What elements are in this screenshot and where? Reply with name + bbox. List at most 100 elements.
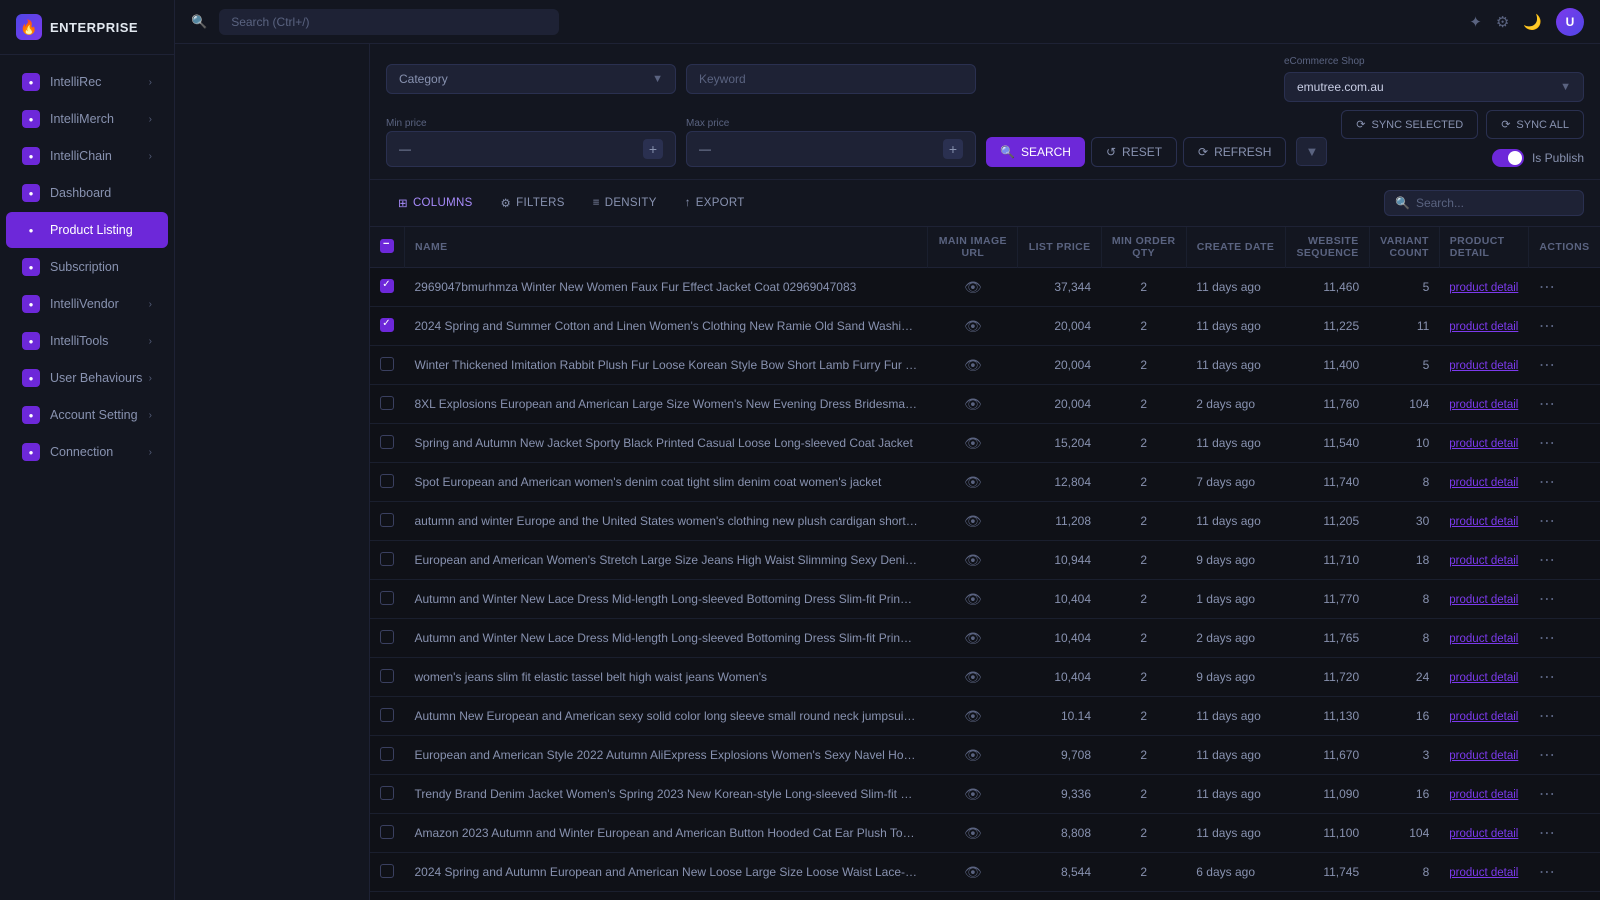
more-menu-12[interactable]: ⋯: [1539, 747, 1555, 764]
row-actions-15[interactable]: ⋯: [1529, 853, 1600, 892]
row-detail-9[interactable]: product detail: [1439, 619, 1529, 658]
reset-button[interactable]: ↺ RESET: [1091, 137, 1177, 167]
row-detail-11[interactable]: product detail: [1439, 697, 1529, 736]
row-actions-13[interactable]: ⋯: [1529, 775, 1600, 814]
row-checkbox-cell-8[interactable]: [370, 580, 405, 619]
sidebar-item-account-setting[interactable]: ● Account Setting ›: [6, 397, 168, 433]
row-checkbox-12[interactable]: [380, 747, 394, 761]
sidebar-item-user-behaviours[interactable]: ● User Behaviours ›: [6, 360, 168, 396]
min-price-input[interactable]: — +: [386, 131, 676, 167]
eye-icon-5[interactable]: 👁: [964, 474, 982, 490]
row-image-8[interactable]: 👁: [928, 580, 1018, 619]
row-checkbox-15[interactable]: [380, 864, 394, 878]
moon-icon[interactable]: 🌙: [1523, 13, 1542, 31]
row-checkbox-cell-15[interactable]: [370, 853, 405, 892]
more-menu-5[interactable]: ⋯: [1539, 474, 1555, 491]
eye-icon-4[interactable]: 👁: [964, 435, 982, 451]
row-detail-8[interactable]: product detail: [1439, 580, 1529, 619]
eye-icon-15[interactable]: 👁: [964, 864, 982, 880]
publish-toggle[interactable]: [1492, 149, 1524, 167]
row-checkbox-cell-0[interactable]: [370, 268, 405, 307]
sidebar-item-intellirec[interactable]: ● IntelliRec ›: [6, 64, 168, 100]
product-detail-link-15[interactable]: product detail: [1449, 867, 1518, 879]
row-actions-5[interactable]: ⋯: [1529, 463, 1600, 502]
eye-icon-7[interactable]: 👁: [964, 552, 982, 568]
eye-icon-10[interactable]: 👁: [964, 669, 982, 685]
row-checkbox-cell-12[interactable]: [370, 736, 405, 775]
more-menu-8[interactable]: ⋯: [1539, 591, 1555, 608]
eye-icon-1[interactable]: 👁: [964, 318, 982, 334]
row-detail-16[interactable]: product detail: [1439, 892, 1529, 900]
row-checkbox-cell-6[interactable]: [370, 502, 405, 541]
more-menu-1[interactable]: ⋯: [1539, 318, 1555, 335]
sidebar-item-product-listing[interactable]: ● Product Listing: [6, 212, 168, 248]
eye-icon-3[interactable]: 👁: [964, 396, 982, 412]
row-checkbox-1[interactable]: [380, 318, 394, 332]
row-checkbox-14[interactable]: [380, 825, 394, 839]
product-detail-link-12[interactable]: product detail: [1449, 750, 1518, 762]
row-checkbox-8[interactable]: [380, 591, 394, 605]
row-image-14[interactable]: 👁: [928, 814, 1018, 853]
row-checkbox-cell-2[interactable]: [370, 346, 405, 385]
product-detail-link-9[interactable]: product detail: [1449, 633, 1518, 645]
row-detail-6[interactable]: product detail: [1439, 502, 1529, 541]
row-detail-3[interactable]: product detail: [1439, 385, 1529, 424]
row-image-6[interactable]: 👁: [928, 502, 1018, 541]
sidebar-item-dashboard[interactable]: ● Dashboard: [6, 175, 168, 211]
more-menu-9[interactable]: ⋯: [1539, 630, 1555, 647]
product-detail-link-7[interactable]: product detail: [1449, 555, 1518, 567]
row-checkbox-7[interactable]: [380, 552, 394, 566]
filters-button[interactable]: ⚙ FILTERS: [489, 190, 577, 216]
more-menu-7[interactable]: ⋯: [1539, 552, 1555, 569]
row-image-2[interactable]: 👁: [928, 346, 1018, 385]
row-image-1[interactable]: 👁: [928, 307, 1018, 346]
row-actions-1[interactable]: ⋯: [1529, 307, 1600, 346]
header-checkbox-cell[interactable]: [370, 227, 405, 268]
row-detail-13[interactable]: product detail: [1439, 775, 1529, 814]
row-checkbox-5[interactable]: [380, 474, 394, 488]
row-detail-14[interactable]: product detail: [1439, 814, 1529, 853]
more-menu-3[interactable]: ⋯: [1539, 396, 1555, 413]
row-checkbox-cell-1[interactable]: [370, 307, 405, 346]
row-checkbox-cell-9[interactable]: [370, 619, 405, 658]
sidebar-item-intellimerch[interactable]: ● IntelliMerch ›: [6, 101, 168, 137]
eye-icon-9[interactable]: 👁: [964, 630, 982, 646]
more-menu-13[interactable]: ⋯: [1539, 786, 1555, 803]
refresh-button[interactable]: ⟳ REFRESH: [1183, 137, 1286, 167]
row-checkbox-cell-13[interactable]: [370, 775, 405, 814]
sidebar-item-intellichain[interactable]: ● IntelliChain ›: [6, 138, 168, 174]
row-detail-2[interactable]: product detail: [1439, 346, 1529, 385]
eye-icon-14[interactable]: 👁: [964, 825, 982, 841]
more-menu-11[interactable]: ⋯: [1539, 708, 1555, 725]
row-image-11[interactable]: 👁: [928, 697, 1018, 736]
eye-icon-0[interactable]: 👁: [964, 279, 982, 295]
row-detail-5[interactable]: product detail: [1439, 463, 1529, 502]
more-menu-4[interactable]: ⋯: [1539, 435, 1555, 452]
more-menu-2[interactable]: ⋯: [1539, 357, 1555, 374]
product-detail-link-13[interactable]: product detail: [1449, 789, 1518, 801]
row-image-9[interactable]: 👁: [928, 619, 1018, 658]
global-search[interactable]: Search (Ctrl+/): [219, 9, 559, 35]
row-actions-10[interactable]: ⋯: [1529, 658, 1600, 697]
row-detail-0[interactable]: product detail: [1439, 268, 1529, 307]
row-actions-0[interactable]: ⋯: [1529, 268, 1600, 307]
product-detail-link-4[interactable]: product detail: [1449, 438, 1518, 450]
row-checkbox-cell-7[interactable]: [370, 541, 405, 580]
product-detail-link-14[interactable]: product detail: [1449, 828, 1518, 840]
product-detail-link-2[interactable]: product detail: [1449, 360, 1518, 372]
row-image-12[interactable]: 👁: [928, 736, 1018, 775]
row-checkbox-cell-3[interactable]: [370, 385, 405, 424]
eye-icon-11[interactable]: 👁: [964, 708, 982, 724]
sync-selected-button[interactable]: ⟳ SYNC SELECTED: [1341, 110, 1478, 139]
product-detail-link-10[interactable]: product detail: [1449, 672, 1518, 684]
row-detail-1[interactable]: product detail: [1439, 307, 1529, 346]
columns-button[interactable]: ⊞ COLUMNS: [386, 190, 485, 216]
row-checkbox-10[interactable]: [380, 669, 394, 683]
row-checkbox-6[interactable]: [380, 513, 394, 527]
more-menu-14[interactable]: ⋯: [1539, 825, 1555, 842]
row-actions-16[interactable]: ⋯: [1529, 892, 1600, 900]
row-image-5[interactable]: 👁: [928, 463, 1018, 502]
eye-icon-8[interactable]: 👁: [964, 591, 982, 607]
row-checkbox-2[interactable]: [380, 357, 394, 371]
row-checkbox-cell-5[interactable]: [370, 463, 405, 502]
